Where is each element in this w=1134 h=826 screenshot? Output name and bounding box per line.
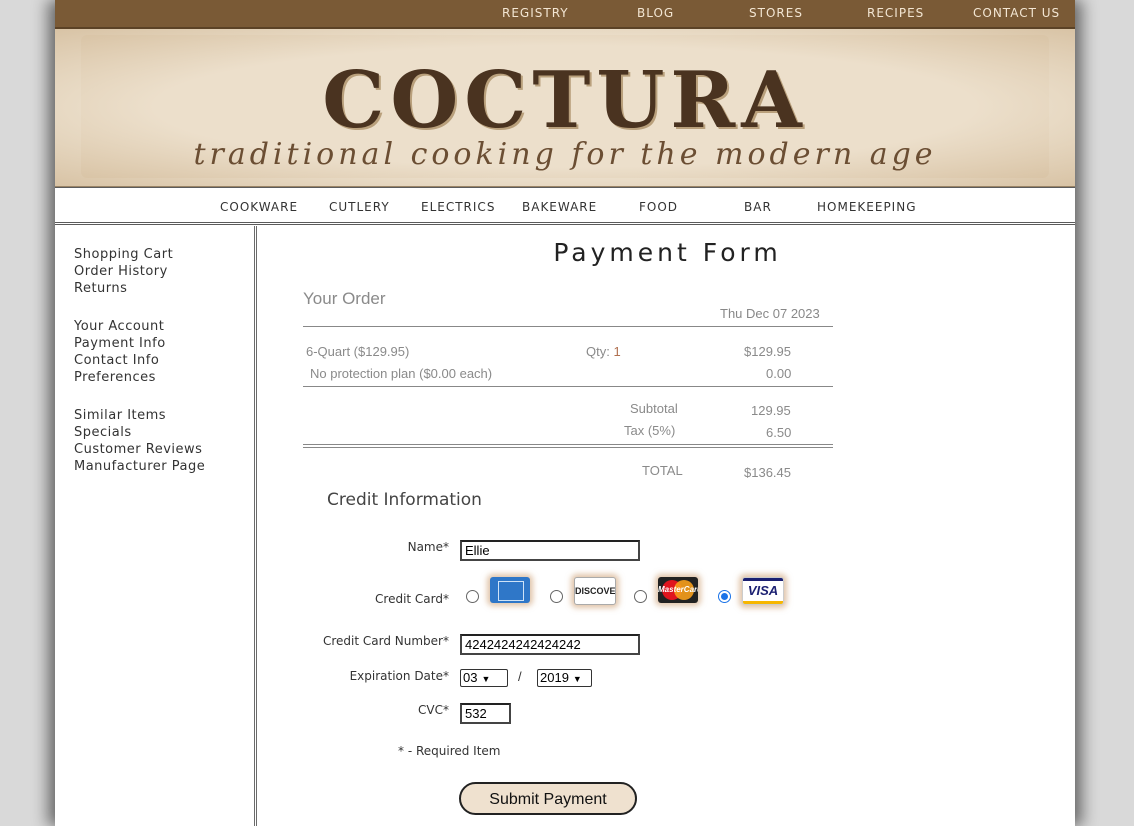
nav-contact-us-link[interactable]: CONTACT US	[973, 6, 1060, 20]
total-value: $136.45	[744, 465, 791, 480]
nav-registry-link[interactable]: REGISTRY	[502, 6, 569, 20]
expiration-label: Expiration Date*	[349, 669, 449, 683]
expiry-year-select[interactable]: 2019 ▼	[537, 669, 592, 687]
sidebar: Shopping Cart Order History Returns Your…	[55, 226, 257, 826]
credit-info-heading: Credit Information	[327, 490, 482, 510]
sidebar-group-orders: Shopping Cart Order History Returns	[74, 246, 173, 297]
cvc-input[interactable]	[460, 703, 511, 724]
amex-radio[interactable]	[466, 590, 479, 603]
sidebar-item-manufacturer-page[interactable]: Manufacturer Page	[74, 458, 205, 475]
item-name: 6-Quart ($129.95)	[306, 344, 410, 359]
sidebar-item-returns[interactable]: Returns	[74, 280, 173, 297]
category-nav: COOKWARE CUTLERY ELECTRICS BAKEWARE FOOD…	[55, 187, 1075, 225]
sidebar-item-customer-reviews[interactable]: Customer Reviews	[74, 441, 205, 458]
subtotal-label: Subtotal	[630, 401, 678, 416]
discover-radio[interactable]	[550, 590, 563, 603]
sidebar-item-your-account[interactable]: Your Account	[74, 318, 166, 335]
qty-label: Qty: 1	[586, 344, 621, 359]
discover-icon: DISCOVER	[574, 577, 616, 605]
site-tagline: traditional cooking for the modern age	[193, 137, 937, 172]
category-bakeware-link[interactable]: BAKEWARE	[522, 200, 597, 214]
nav-recipes-link[interactable]: RECIPES	[867, 6, 924, 20]
sidebar-item-shopping-cart[interactable]: Shopping Cart	[74, 246, 173, 263]
category-bar-link[interactable]: BAR	[744, 200, 772, 214]
sidebar-group-products: Similar Items Specials Customer Reviews …	[74, 407, 205, 475]
page-title: Payment Form	[553, 238, 782, 267]
order-divider-top	[303, 326, 833, 327]
total-label: TOTAL	[642, 463, 683, 478]
expiry-separator: /	[518, 669, 522, 684]
mastercard-icon: MasterCard	[658, 577, 698, 603]
chevron-down-icon: ▼	[481, 674, 491, 684]
main-content: Payment Form Your Order Thu Dec 07 2023 …	[260, 226, 1075, 826]
sidebar-item-payment-info[interactable]: Payment Info	[74, 335, 166, 352]
top-nav: REGISTRY BLOG STORES RECIPES CONTACT US	[55, 0, 1075, 29]
protection-price: 0.00	[766, 366, 792, 381]
order-heading: Your Order	[303, 289, 386, 308]
category-cutlery-link[interactable]: CUTLERY	[329, 200, 390, 214]
name-label: Name*	[407, 540, 449, 554]
mastercard-radio[interactable]	[634, 590, 647, 603]
order-date: Thu Dec 07 2023	[720, 306, 820, 321]
category-cookware-link[interactable]: COOKWARE	[220, 200, 298, 214]
mastercard-text: MasterCard	[658, 585, 698, 594]
credit-card-label: Credit Card*	[375, 592, 449, 606]
nav-stores-link[interactable]: STORES	[749, 6, 803, 20]
card-number-input[interactable]	[460, 634, 640, 655]
card-number-label: Credit Card Number*	[323, 634, 449, 648]
submit-payment-button[interactable]: Submit Payment	[459, 782, 637, 815]
cvc-label: CVC*	[418, 703, 449, 717]
sidebar-item-specials[interactable]: Specials	[74, 424, 205, 441]
nav-blog-link[interactable]: BLOG	[637, 6, 674, 20]
category-electrics-link[interactable]: ELECTRICS	[421, 200, 495, 214]
visa-icon: VISA	[742, 577, 784, 605]
order-divider-total	[303, 444, 833, 448]
item-price: $129.95	[744, 344, 791, 359]
tax-value: 6.50	[766, 425, 792, 440]
amex-icon	[490, 577, 530, 603]
tax-label: Tax (5%)	[624, 423, 676, 438]
page-container: REGISTRY BLOG STORES RECIPES CONTACT US …	[55, 0, 1075, 826]
protection-plan: No protection plan ($0.00 each)	[310, 366, 493, 381]
qty-value: 1	[613, 344, 621, 359]
sidebar-item-similar-items[interactable]: Similar Items	[74, 407, 205, 424]
visa-radio[interactable]	[718, 590, 731, 603]
expiry-month-value: 03	[463, 670, 478, 685]
qty-label-text: Qty:	[586, 344, 610, 359]
name-input[interactable]	[460, 540, 640, 561]
expiry-year-value: 2019	[540, 670, 569, 685]
subtotal-value: 129.95	[751, 403, 791, 418]
sidebar-item-contact-info[interactable]: Contact Info	[74, 352, 166, 369]
category-homekeeping-link[interactable]: HOMEKEEPING	[817, 200, 917, 214]
category-food-link[interactable]: FOOD	[639, 200, 678, 214]
sidebar-group-account: Your Account Payment Info Contact Info P…	[74, 318, 166, 386]
required-note: * - Required Item	[398, 744, 501, 758]
order-divider-mid	[303, 386, 833, 387]
sidebar-item-order-history[interactable]: Order History	[74, 263, 173, 280]
sidebar-item-preferences[interactable]: Preferences	[74, 369, 166, 386]
chevron-down-icon: ▼	[572, 674, 582, 684]
expiry-month-select[interactable]: 03 ▼	[460, 669, 508, 687]
site-banner[interactable]: COCTURA traditional cooking for the mode…	[55, 29, 1075, 187]
site-logo: COCTURA	[322, 55, 808, 146]
